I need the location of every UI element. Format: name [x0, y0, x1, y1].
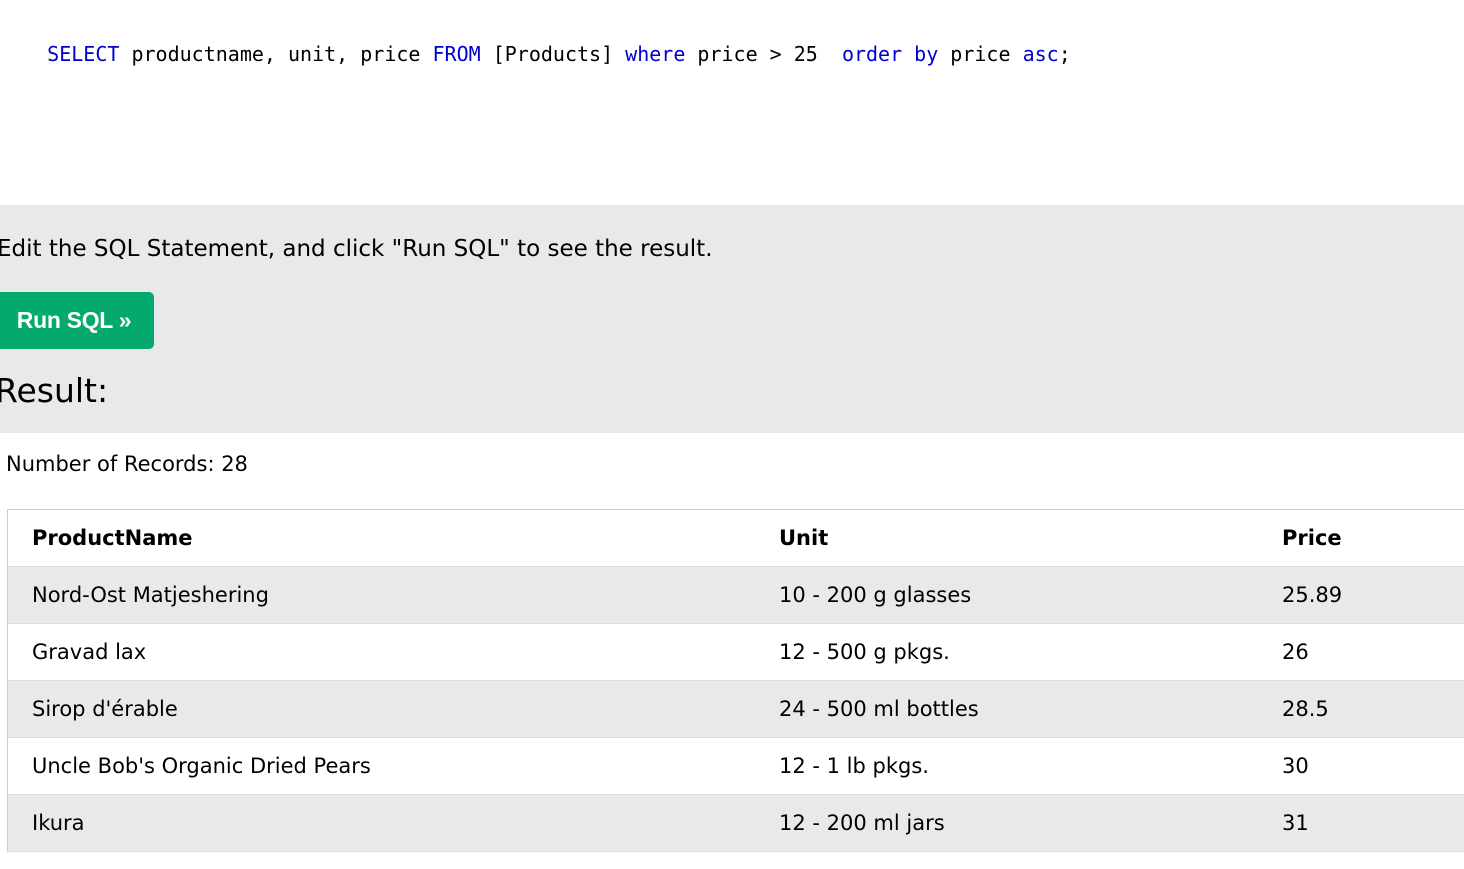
cell-productname: Nord-Ost Matjeshering	[7, 566, 755, 624]
table-header-row: ProductName Unit Price	[7, 509, 1464, 567]
column-header-unit: Unit	[755, 509, 1258, 567]
sql-token-where: where	[625, 42, 686, 66]
cell-productname: Uncle Bob's Organic Dried Pears	[7, 737, 755, 795]
cell-productname: Sirop d'érable	[7, 680, 755, 738]
table-row: Gravad lax 12 - 500 g pkgs. 26	[7, 623, 1464, 681]
sql-token-select: SELECT	[47, 42, 120, 66]
sql-token-asc: asc	[1022, 42, 1059, 66]
table-row: Sirop d'érable 24 - 500 ml bottles 28.5	[7, 680, 1464, 738]
table-row: Nord-Ost Matjeshering 10 - 200 g glasses…	[7, 566, 1464, 624]
cell-productname: Gravad lax	[7, 623, 755, 681]
cell-price: 30	[1258, 737, 1464, 795]
cell-price: 28.5	[1258, 680, 1464, 738]
column-header-productname: ProductName	[7, 509, 755, 567]
cell-unit: 10 - 200 g glasses	[755, 566, 1258, 624]
results-table: ProductName Unit Price Nord-Ost Matjeshe…	[7, 509, 1464, 852]
sql-token-order-by: order by	[841, 42, 939, 66]
cell-unit: 12 - 1 lb pkgs.	[755, 737, 1258, 795]
cell-productname: Ikura	[7, 794, 755, 852]
table-row: Ikura 12 - 200 ml jars 31	[7, 794, 1464, 852]
table-row: Uncle Bob's Organic Dried Pears 12 - 1 l…	[7, 737, 1464, 795]
record-count: Number of Records: 28	[6, 452, 248, 476]
cell-price: 31	[1258, 794, 1464, 852]
sql-token-columns: productname, unit, price	[119, 42, 433, 66]
cell-unit: 12 - 200 ml jars	[755, 794, 1258, 852]
sql-token-condition: price > 25	[685, 42, 842, 66]
sql-token-order-column: price	[938, 42, 1023, 66]
sql-editor[interactable]: SELECT productname, unit, price FROM [Pr…	[0, 0, 1464, 205]
cell-unit: 12 - 500 g pkgs.	[755, 623, 1258, 681]
sql-code-line[interactable]: SELECT productname, unit, price FROM [Pr…	[0, 0, 1071, 108]
cell-unit: 24 - 500 ml bottles	[755, 680, 1258, 738]
control-panel: Edit the SQL Statement, and click "Run S…	[0, 205, 1464, 433]
instructions-text: Edit the SQL Statement, and click "Run S…	[0, 236, 713, 262]
run-sql-button[interactable]: Run SQL »	[0, 292, 154, 349]
result-heading: Result:	[0, 371, 109, 410]
cell-price: 25.89	[1258, 566, 1464, 624]
column-header-price: Price	[1258, 509, 1464, 567]
cell-price: 26	[1258, 623, 1464, 681]
sql-token-from: FROM	[432, 42, 481, 66]
sql-token-semicolon: ;	[1058, 42, 1071, 66]
sql-token-table: [Products]	[480, 42, 626, 66]
